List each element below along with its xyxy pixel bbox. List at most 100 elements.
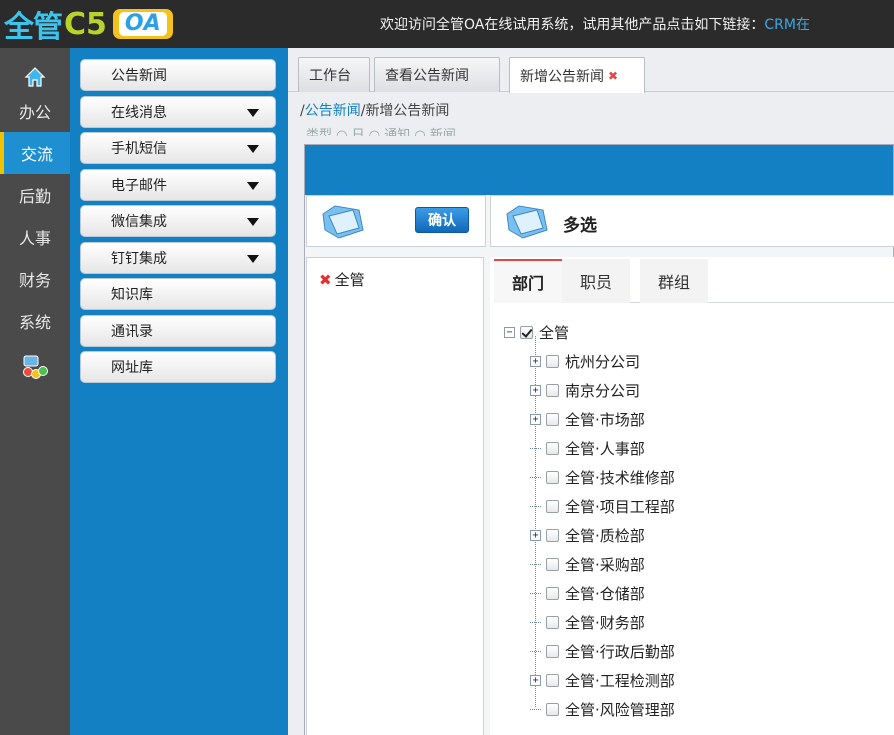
crm-link[interactable]: CRM在 <box>764 17 810 33</box>
remove-icon[interactable]: ✖ <box>319 271 332 289</box>
submenu-item-8[interactable]: 网址库 <box>80 351 276 383</box>
confirm-button[interactable]: 确认 <box>415 207 469 233</box>
expand-icon[interactable]: + <box>530 413 541 425</box>
checkbox[interactable] <box>546 673 559 687</box>
tab-department[interactable]: 部门 <box>494 259 562 303</box>
tree-connector <box>530 641 541 652</box>
tree-node[interactable]: 全管·人事部 <box>530 438 645 458</box>
tree-node[interactable]: 全管·仓储部 <box>530 583 645 603</box>
submenu-item-label: 微信集成 <box>111 214 167 230</box>
tree-connector <box>530 467 541 478</box>
checkbox[interactable] <box>546 557 559 571</box>
tree-node[interactable]: + 全管·质检部 <box>530 525 645 545</box>
tab-group[interactable]: 群组 <box>640 259 708 303</box>
tree-node[interactable]: 全管·行政后勤部 <box>530 641 675 661</box>
dropdown-arrow-icon <box>247 145 259 153</box>
dropdown-arrow-icon <box>247 218 259 226</box>
tree-node[interactable]: + 杭州分公司 <box>530 351 640 371</box>
checkbox[interactable] <box>546 644 559 658</box>
content-area: 工作台 查看公告新闻 新增公告新闻 ✖ /公告新闻/新增公告新闻 类型 ○ 日 ○… <box>288 48 894 735</box>
checkbox[interactable] <box>546 615 559 629</box>
close-icon[interactable]: ✖ <box>608 69 618 83</box>
submenu-item-label: 知识库 <box>111 287 153 303</box>
submenu-item-5[interactable]: 钉钉集成 <box>80 241 276 274</box>
top-header: 全管 C5 OA 欢迎访问全管OA在线试用系统，试用其他产品点击如下链接：CRM… <box>0 0 894 48</box>
submenu-item-4[interactable]: 微信集成 <box>80 205 276 237</box>
submenu-item-6[interactable]: 知识库 <box>80 278 276 310</box>
nav-item-1[interactable]: 交流 <box>0 132 70 174</box>
tab-add-news[interactable]: 新增公告新闻 ✖ <box>509 57 645 93</box>
tree-node[interactable]: 全管·技术维修部 <box>530 467 675 487</box>
tree-node[interactable]: 全管·项目工程部 <box>530 496 675 516</box>
checkbox[interactable] <box>546 441 559 455</box>
tree-connector <box>530 583 541 594</box>
submenu-item-2[interactable]: 手机短信 <box>80 132 276 164</box>
tree-node-label: 全管·技术维修部 <box>565 468 675 487</box>
checkbox[interactable] <box>520 325 533 339</box>
tree-node-label: 全管·市场部 <box>565 410 645 429</box>
checkbox[interactable] <box>546 412 559 426</box>
logo-oa-badge: OA <box>112 9 173 39</box>
dialog-body: 确认 多选 ✖ 全管 部门 职员 群组 − 全管 + 杭州分公司 + 南京分公司… <box>305 195 894 735</box>
nav-item-4[interactable]: 财务 <box>0 258 70 300</box>
submenu-item-label: 钉钉集成 <box>111 250 167 267</box>
tree-node-label: 全管·人事部 <box>565 439 645 458</box>
submenu-item-0[interactable]: 公告新闻 <box>80 59 276 91</box>
selected-item-label: 全管 <box>334 271 365 289</box>
tree-node-label: 全管·仓储部 <box>565 584 645 603</box>
submenu-item-7[interactable]: 通讯录 <box>80 314 276 347</box>
tree-node-label: 全管·工程检测部 <box>565 671 675 690</box>
tree-connector <box>530 699 541 710</box>
checkbox[interactable] <box>546 702 559 716</box>
nav-item-2[interactable]: 后勤 <box>0 174 70 216</box>
checkbox[interactable] <box>546 470 559 484</box>
submenu-item-1[interactable]: 在线消息 <box>80 95 276 128</box>
tree-connector <box>530 612 541 623</box>
checkbox[interactable] <box>546 354 559 368</box>
expand-icon[interactable]: + <box>530 384 541 396</box>
tree-node-label: 全管·质检部 <box>565 526 645 545</box>
submenu-item-label: 电子邮件 <box>111 177 167 194</box>
tree-connector <box>530 554 541 565</box>
checkbox[interactable] <box>546 586 559 600</box>
apps-icon <box>23 355 48 379</box>
checkbox[interactable] <box>546 528 559 542</box>
tree-connector <box>530 496 541 507</box>
expand-icon[interactable]: + <box>530 674 541 686</box>
folder-icon <box>506 205 548 239</box>
dialog-title: 多选 <box>563 216 597 236</box>
tab-label: 新增公告新闻 <box>520 68 604 85</box>
submenu-item-label: 在线消息 <box>111 104 167 121</box>
nav-item-5[interactable]: 系统 <box>0 300 70 342</box>
tab-view-news[interactable]: 查看公告新闻 <box>374 57 500 92</box>
checkbox[interactable] <box>546 499 559 513</box>
tree-node[interactable]: + 全管·工程检测部 <box>530 670 675 690</box>
expand-icon[interactable]: + <box>530 355 541 367</box>
expand-icon[interactable]: + <box>530 529 541 541</box>
checkbox[interactable] <box>546 383 559 397</box>
breadcrumb-parent-link[interactable]: 公告新闻 <box>305 103 361 119</box>
tree-node-label: 南京分公司 <box>565 381 641 400</box>
tree-node[interactable]: 全管·财务部 <box>530 612 645 632</box>
dialog-toolbar-left: 确认 <box>306 195 486 247</box>
tab-workbench[interactable]: 工作台 <box>298 57 370 92</box>
tree-connector <box>530 438 541 449</box>
app-launcher-button[interactable] <box>0 342 70 392</box>
tab-staff[interactable]: 职员 <box>562 259 630 303</box>
tree-node[interactable]: 全管·采购部 <box>530 554 645 574</box>
collapse-icon[interactable]: − <box>504 326 515 338</box>
submenu-item-3[interactable]: 电子邮件 <box>80 168 276 201</box>
home-button[interactable] <box>0 48 70 90</box>
tree-tabs: 部门 职员 群组 <box>494 259 894 303</box>
tab-label: 查看公告新闻 <box>385 68 469 84</box>
tree-node-label: 全管·项目工程部 <box>565 497 675 516</box>
nav-item-0[interactable]: 办公 <box>0 90 70 132</box>
logo-oa-text: OA <box>118 12 167 36</box>
tree-root-node[interactable]: − 全管 <box>504 322 569 342</box>
tree-node[interactable]: + 南京分公司 <box>530 380 640 400</box>
nav-item-3[interactable]: 人事 <box>0 216 70 258</box>
tree-node[interactable]: + 全管·市场部 <box>530 409 645 429</box>
selected-item[interactable]: ✖ 全管 <box>319 269 365 290</box>
logo-main-text: 全管 <box>4 10 63 45</box>
tree-node[interactable]: 全管·风险管理部 <box>530 699 675 719</box>
